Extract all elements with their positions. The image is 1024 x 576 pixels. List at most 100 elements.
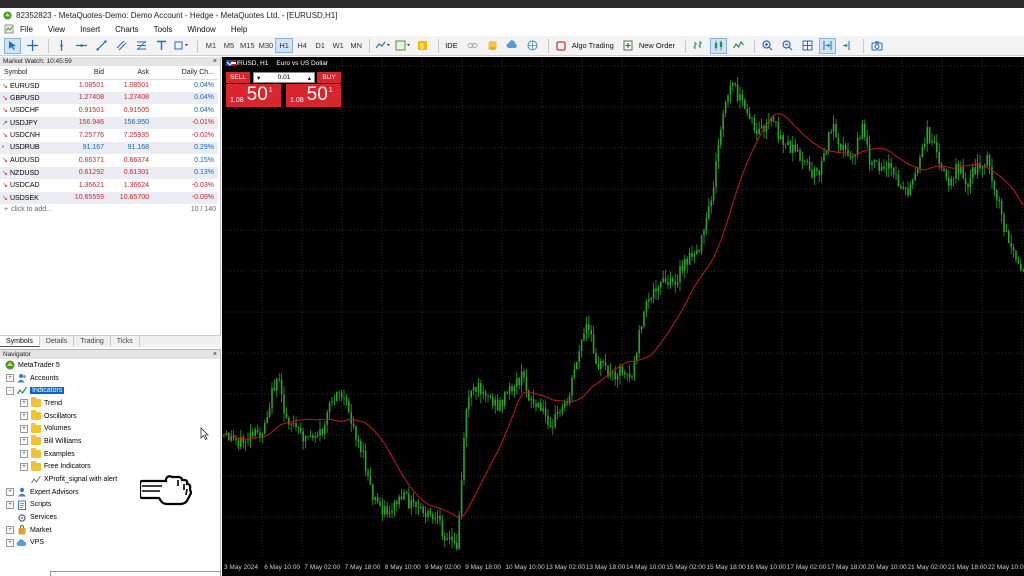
timeframe-h4[interactable]: H4 [293,38,311,53]
link-icon[interactable] [464,38,481,54]
expand-icon[interactable]: + [20,437,28,446]
table-row[interactable]: ↘ USDSEK 10.65559 10.65700 -0.09% [0,191,218,204]
signals-icon[interactable]: $ [414,38,431,54]
price-chart[interactable]: 3 May 2024 6 May 10:00 7 May 02:00 7 May 18… [222,57,1024,576]
screenshot-icon[interactable] [868,38,885,54]
table-row[interactable]: ↘ NZDUSD 0.61292 0.61301 0.13% [0,166,218,179]
timeframe-d1[interactable]: D1 [311,38,329,53]
shapes-dropdown-icon[interactable] [173,38,190,54]
timeframe-m15[interactable]: M15 [238,38,257,53]
sell-price-button[interactable]: 1.08 50 1 [226,84,281,107]
tree-item-market[interactable]: + Market [0,524,220,537]
expand-icon[interactable]: + [20,399,28,408]
chevron-down-icon[interactable] [226,60,234,67]
table-row[interactable]: ↗ USDJPY 156.946 156.950 -0.01% [0,116,218,129]
menu-insert[interactable]: Insert [80,25,100,34]
new-order-icon[interactable] [620,38,637,54]
table-row[interactable]: ↘ USDCAD 1.36621 1.36624 -0.03% [0,179,218,192]
expand-icon[interactable]: + [20,462,28,471]
cloud-icon[interactable] [504,38,521,54]
expand-icon[interactable]: + [20,412,28,421]
expand-icon[interactable]: + [6,526,14,535]
vertical-line-icon[interactable] [53,38,70,54]
menu-window[interactable]: Window [187,25,215,34]
collapse-icon[interactable]: − [6,386,14,395]
table-row[interactable]: • USDRUB 91.167 91.168 0.29% [0,141,218,154]
tree-item-accounts[interactable]: + Accounts [0,372,220,385]
column-header-daily-change[interactable]: Daily Ch... [153,66,218,80]
expand-icon[interactable]: + [20,424,28,433]
algo-trading-button[interactable]: Algo Trading [572,41,614,50]
line-chart-icon[interactable] [730,38,747,54]
expand-icon[interactable]: + [6,500,14,509]
text-tool-icon[interactable] [153,38,170,54]
tree-item-services[interactable]: Services [0,511,220,524]
tree-item-indicators[interactable]: − Indicators [0,384,220,397]
timeframe-m5[interactable]: M5 [220,38,238,53]
autoscroll-icon[interactable] [819,37,837,54]
algo-trading-icon[interactable] [553,38,570,54]
tree-item-metatrader[interactable]: MetaTrader 5 [0,359,220,372]
fibonacci-icon[interactable] [133,38,150,54]
tree-item-folder[interactable]: + Volumes [0,422,220,435]
channel-icon[interactable] [113,38,130,54]
close-icon[interactable]: × [213,58,217,65]
expand-icon[interactable]: + [6,538,14,547]
timeframe-m30[interactable]: M30 [257,38,276,53]
crosshair-icon[interactable] [24,38,41,54]
menu-file[interactable]: File [20,25,33,34]
tree-item-folder[interactable]: + Trend [0,397,220,410]
menu-help[interactable]: Help [231,25,247,34]
table-row[interactable]: ↘ USDCNH 7.25776 7.25935 -0.02% [0,129,218,142]
vps-icon[interactable] [524,38,541,54]
table-row[interactable]: ↘ EURUSD 1.08501 1.08501 0.04% [0,79,218,92]
close-icon[interactable]: × [213,351,217,358]
timeframe-h1[interactable]: H1 [275,38,294,53]
tab-trading[interactable]: Trading [74,336,111,347]
expand-icon[interactable]: + [20,450,28,459]
horizontal-scrollbar[interactable] [50,571,221,576]
templates-icon[interactable] [394,38,411,54]
tree-item-folder[interactable]: + Bill Williams [0,435,220,448]
column-header-bid[interactable]: Bid [68,66,108,80]
tree-item-vps[interactable]: + VPS [0,537,220,550]
candlestick-icon[interactable] [710,37,728,54]
expand-icon[interactable]: + [6,374,14,383]
expand-icon[interactable]: + [6,488,14,497]
lot-increase-icon[interactable]: ▴ [308,74,311,82]
tab-symbols[interactable]: Symbols [0,336,40,347]
chart-canvas[interactable]: 3 May 2024 6 May 10:00 7 May 02:00 7 May 18… [222,57,1024,576]
table-row[interactable]: ↘ USDCHF 0.91501 0.91505 0.04% [0,104,218,117]
column-header-ask[interactable]: Ask [108,66,153,80]
database-icon[interactable] [484,38,501,54]
new-order-button[interactable]: New Order [639,41,675,50]
menu-charts[interactable]: Charts [115,25,139,34]
horizontal-line-icon[interactable] [73,38,90,54]
lot-size-input[interactable]: ▾ 0.01 ▴ [253,72,315,83]
menu-tools[interactable]: Tools [154,25,173,34]
zoom-in-icon[interactable] [759,38,776,54]
buy-price-button[interactable]: 1.08 50 1 [286,84,341,107]
sell-button[interactable]: SELL [226,72,250,83]
table-row[interactable]: ↘ AUDUSD 0.66371 0.66374 0.15% [0,154,218,167]
chart-type-icon[interactable] [374,38,391,54]
menu-view[interactable]: View [48,25,65,34]
tab-ticks[interactable]: Ticks [111,336,140,347]
lot-decrease-icon[interactable]: ▾ [257,74,260,82]
tab-details[interactable]: Details [40,336,75,347]
tree-item-folder[interactable]: + Oscillators [0,410,220,423]
timeframe-w1[interactable]: W1 [329,38,347,53]
table-row[interactable]: ↘ GBPUSD 1.27408 1.27408 0.04% [0,91,218,104]
timeframe-m1[interactable]: M1 [202,38,220,53]
tree-item-folder[interactable]: + Examples [0,448,220,461]
trendline-icon[interactable] [93,38,110,54]
timeframe-mn[interactable]: MN [347,38,365,53]
column-header-symbol[interactable]: Symbol [0,66,68,80]
chart-shift-icon[interactable] [839,38,856,54]
zoom-out-icon[interactable] [779,38,796,54]
ide-button[interactable]: IDE [445,41,458,50]
grid-icon[interactable] [799,38,816,54]
bar-chart-icon[interactable] [690,38,707,54]
add-symbol-row[interactable]: + click to add... 10 / 140 [0,204,220,215]
cursor-tool-icon[interactable] [4,37,21,54]
